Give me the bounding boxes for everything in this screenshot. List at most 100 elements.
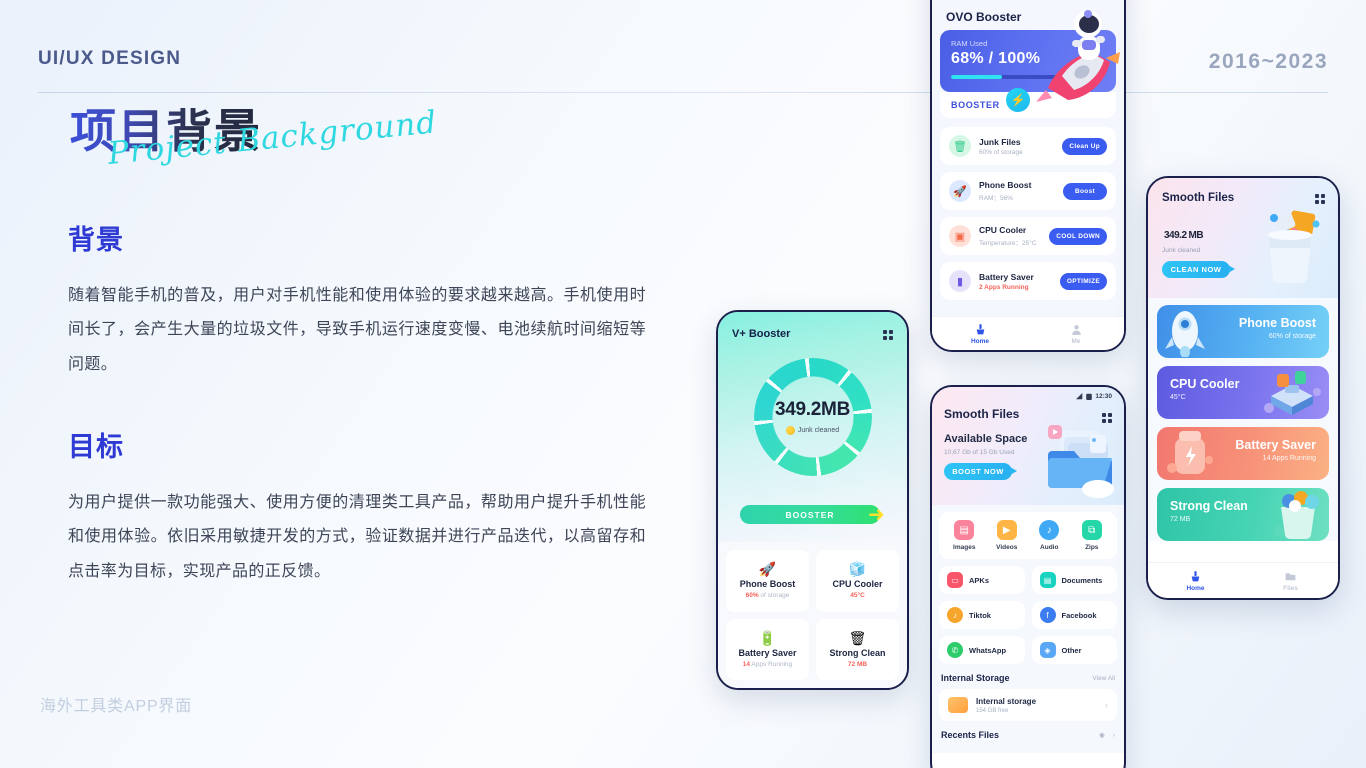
- ram-progress-fill: [951, 75, 1003, 79]
- boost-now-button[interactable]: BOOST NOW: [944, 463, 1017, 480]
- ovo-booster-button[interactable]: BOOSTER ⚡: [940, 88, 1116, 118]
- category-zips[interactable]: ⧉ Zips: [1071, 520, 1114, 551]
- nav-item-home[interactable]: Home: [1148, 570, 1243, 592]
- list-item-label: Documents: [1061, 575, 1103, 585]
- feature-card-sub: 45°C: [850, 592, 865, 600]
- booster-button[interactable]: BOOSTER: [740, 505, 880, 524]
- list-item[interactable]: ▤ Documents: [1031, 566, 1117, 594]
- card-battery-saver[interactable]: Battery Saver 14 Apps Running: [1157, 427, 1329, 480]
- grid-icon[interactable]: [883, 330, 893, 340]
- header-divider: [38, 92, 1328, 93]
- cards-hero: Smooth Files 349.2 MB Junk cleaned CLEAN …: [1148, 178, 1338, 298]
- list-item-sub: 60% of storage: [979, 148, 1023, 156]
- list-item[interactable]: f Facebook: [1031, 601, 1117, 629]
- card-title: Battery Saver: [1235, 438, 1316, 452]
- nav-label: Me: [1071, 337, 1081, 345]
- feature-card[interactable]: 🔋 Battery Saver 14 Apps Running: [726, 618, 809, 680]
- slide-header: UI/UX DESIGN 2016~2023: [38, 48, 1328, 94]
- ring-value: 349.2MB: [775, 399, 850, 420]
- category-audio[interactable]: ♪ Audio: [1028, 520, 1071, 551]
- documents-icon: ▤: [1039, 572, 1056, 588]
- section-body: 随着智能手机的普及，用户对手机性能和使用体验的要求越来越高。手机使用时间长了，会…: [68, 287, 646, 373]
- list-item-title: CPU Cooler: [979, 225, 1027, 235]
- list-item-action[interactable]: Clean Up: [1062, 137, 1107, 155]
- list-item[interactable]: 🚀 Phone Boost RAM：56% Boost: [940, 172, 1116, 210]
- rocket-art: [1165, 311, 1205, 357]
- vplus-hero: V+ Booster 349.2MB Junk cleaned BOOSTER …: [718, 312, 907, 542]
- clean-now-button[interactable]: CLEAN NOW: [1162, 261, 1235, 278]
- images-icon: ▤: [954, 520, 975, 540]
- files-hero: 12:30 Smooth Files Available Space 10,67…: [932, 387, 1124, 505]
- list-item-label: WhatsApp: [969, 645, 1007, 655]
- list-item[interactable]: ◈ Other: [1031, 636, 1117, 664]
- list-item-action[interactable]: OPTIMIZE: [1059, 272, 1107, 290]
- status-time: 12:30: [1095, 393, 1112, 400]
- nav-item-me[interactable]: Me: [1028, 323, 1124, 345]
- app-category-list: ▭ APKs ▤ Documents ♪ Tiktok f Facebook ✆…: [939, 566, 1117, 664]
- eye-icon[interactable]: ◉: [1099, 731, 1105, 739]
- category-images[interactable]: ▤ Images: [943, 520, 986, 551]
- apk-icon: ▭: [947, 572, 963, 588]
- folder-icon: [1285, 572, 1296, 580]
- recents-files-title: Recents Files: [941, 730, 1000, 740]
- list-item-title: Battery Saver: [979, 271, 1034, 282]
- clean-art: [1274, 491, 1319, 539]
- list-item-label: Tiktok: [969, 610, 991, 620]
- internal-storage-free: 154 GB free: [976, 707, 1009, 714]
- list-item-label: Other: [1061, 645, 1082, 655]
- feature-card-title: Battery Saver: [738, 647, 797, 658]
- feature-card[interactable]: 🧊 CPU Cooler 45°C: [816, 550, 899, 612]
- list-item-label: Facebook: [1061, 610, 1097, 620]
- ring-caption: Junk cleaned: [785, 426, 839, 435]
- feature-card[interactable]: 🚀 Phone Boost 60% of storage: [726, 550, 809, 612]
- feature-card[interactable]: 🗑 Strong Clean 72 MB: [816, 618, 899, 680]
- view-all-link[interactable]: View All: [1092, 675, 1115, 682]
- vplus-app-title: V+ Booster: [732, 328, 791, 340]
- list-item[interactable]: ▭ APKs: [939, 566, 1025, 594]
- list-item[interactable]: ✆ WhatsApp: [939, 636, 1025, 664]
- person-icon: [1071, 324, 1081, 335]
- cpu-icon: ▣: [949, 225, 971, 247]
- list-item-action[interactable]: COOL DOWN: [1049, 227, 1107, 245]
- feature-card-sub: 60% of storage: [745, 592, 790, 600]
- list-item[interactable]: ▮ Battery Saver 2 Apps Running OPTIMIZE: [940, 262, 1116, 300]
- feature-card-title: Phone Boost: [739, 579, 796, 590]
- list-item[interactable]: ▣ CPU Cooler Temperature：25°C COOL DOWN: [940, 217, 1116, 255]
- chevron-right-icon[interactable]: ›: [1113, 732, 1115, 739]
- list-item-label: APKs: [969, 575, 990, 585]
- battery-art: [1167, 431, 1213, 474]
- category-label: Videos: [996, 544, 1018, 551]
- page-title: 项目背景 Project Background: [70, 104, 630, 188]
- ovo-booster-label: BOOSTER: [951, 100, 1000, 110]
- nav-item-files[interactable]: Files: [1243, 570, 1338, 592]
- ram-usage-card: RAM Used 68% / 100%: [940, 30, 1116, 92]
- grid-icon[interactable]: [1315, 194, 1325, 204]
- cards-app-title: Smooth Files: [1162, 192, 1235, 204]
- internal-storage-name: Internal storage: [976, 696, 1037, 706]
- battery-icon: 🔋: [758, 629, 777, 646]
- card-strong-clean[interactable]: Strong Clean 72 MB: [1157, 488, 1329, 541]
- card-phone-boost[interactable]: Phone Boost 60% of storage: [1157, 305, 1329, 358]
- videos-icon: ▶: [996, 520, 1017, 540]
- internal-storage-item[interactable]: Internal storage 154 GB free ›: [939, 689, 1117, 721]
- cpu-art: [1264, 371, 1321, 415]
- feature-card-list: Phone Boost 60% of storage CPU Cooler 45…: [1148, 298, 1338, 541]
- card-cpu-cooler[interactable]: CPU Cooler 45°C: [1157, 366, 1329, 419]
- phone-mockup-smooth-files-list: 12:30 Smooth Files Available Space 10,67…: [930, 385, 1126, 768]
- card-sub: 60% of storage: [1268, 333, 1316, 340]
- lightning-icon: ⚡: [1006, 88, 1030, 112]
- category-label: Zips: [1085, 544, 1099, 551]
- category-label: Audio: [1040, 544, 1059, 551]
- category-videos[interactable]: ▶ Videos: [986, 520, 1029, 551]
- list-item-action[interactable]: Boost: [1063, 182, 1107, 200]
- ram-label: RAM Used: [951, 39, 988, 48]
- list-item[interactable]: 🗑 Junk Files 60% of storage Clean Up: [940, 127, 1116, 165]
- status-bar: 12:30: [944, 393, 1112, 400]
- broom-icon: [1191, 570, 1200, 581]
- card-title: Phone Boost: [1238, 316, 1316, 330]
- nav-label: Files: [1283, 584, 1298, 592]
- list-item[interactable]: ♪ Tiktok: [939, 601, 1025, 629]
- list-item-sub: RAM：56%: [979, 195, 1013, 202]
- section-heading: 背景: [68, 225, 124, 255]
- nav-item-home[interactable]: Home: [932, 323, 1028, 345]
